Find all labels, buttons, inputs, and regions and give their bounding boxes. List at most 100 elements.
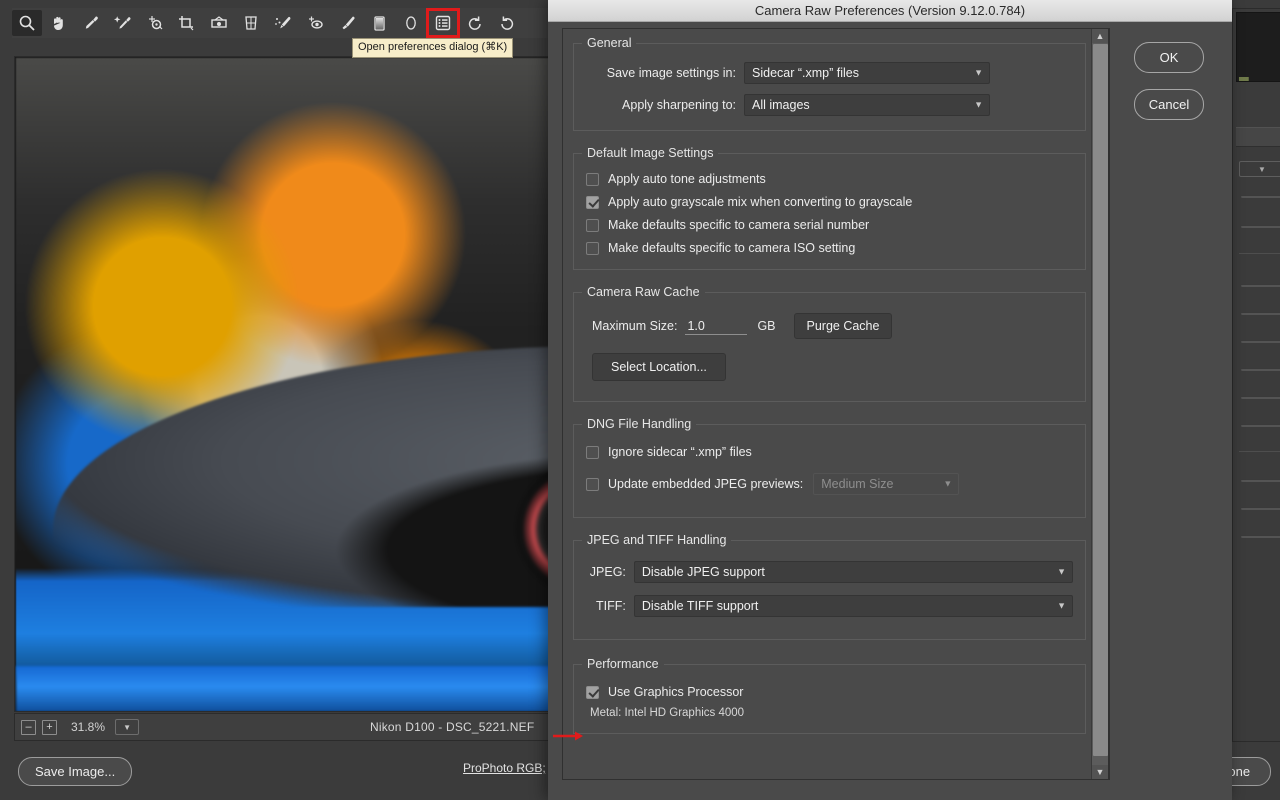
red-eye-removal-tool[interactable]: [300, 10, 330, 36]
zoom-out-button[interactable]: –: [21, 719, 36, 735]
slider-row[interactable]: [1233, 535, 1280, 538]
scrollbar-thumb[interactable]: [1093, 44, 1108, 756]
file-info-label: Nikon D100 - DSC_5221.NEF: [370, 720, 535, 734]
auto-tone-label: Apply auto tone adjustments: [608, 172, 766, 186]
zoom-level-dropdown[interactable]: ▼: [115, 719, 140, 735]
ignore-sidecar-label: Ignore sidecar “.xmp” files: [608, 445, 752, 459]
save-image-button[interactable]: Save Image...: [18, 757, 133, 786]
transform-tool[interactable]: [236, 10, 266, 36]
purge-cache-button[interactable]: Purge Cache: [793, 313, 893, 339]
chevron-down-icon: ▼: [1057, 566, 1066, 577]
checkbox-row-camera-serial[interactable]: Make defaults specific to camera serial …: [586, 218, 1073, 232]
camera-raw-preferences-dialog: Camera Raw Preferences (Version 9.12.0.7…: [548, 0, 1232, 800]
zoom-tool[interactable]: [12, 10, 42, 36]
spot-removal-tool[interactable]: [268, 10, 298, 36]
update-previews-label: Update embedded JPEG previews:: [608, 477, 804, 491]
tiff-label: TIFF:: [596, 599, 626, 613]
group-performance: Performance Use Graphics Processor Metal…: [573, 657, 1086, 734]
group-default-image-settings: Default Image Settings Apply auto tone a…: [573, 146, 1086, 270]
group-general-legend: General: [582, 36, 637, 50]
zoom-in-button[interactable]: +: [42, 719, 57, 735]
crop-tool[interactable]: [172, 10, 202, 36]
select-location-button[interactable]: Select Location...: [592, 353, 726, 381]
rotate-counterclockwise-tool[interactable]: [460, 10, 490, 36]
slider-row[interactable]: [1233, 424, 1280, 427]
slider-row[interactable]: [1233, 368, 1280, 371]
right-panel: ▼: [1232, 8, 1280, 742]
jpeg-select[interactable]: Disable JPEG support ▼: [633, 561, 1073, 583]
preferences-scrollbar[interactable]: ▲ ▼: [1091, 29, 1109, 779]
white-balance-tool[interactable]: [76, 10, 106, 36]
slider-row[interactable]: [1233, 312, 1280, 315]
ignore-sidecar-checkbox[interactable]: [586, 445, 599, 459]
annotation-red-arrow: [553, 731, 583, 741]
ok-button[interactable]: OK: [1134, 42, 1204, 73]
group-camera-raw-cache-legend: Camera Raw Cache: [582, 285, 705, 299]
checkbox-row-update-previews[interactable]: Update embedded JPEG previews: Medium Si…: [586, 473, 1073, 495]
sharpening-select[interactable]: All images ▼: [744, 94, 990, 116]
group-dng-file-handling-legend: DNG File Handling: [582, 417, 697, 431]
gpu-info-label: Metal: Intel HD Graphics 4000: [590, 707, 745, 719]
workflow-options-link[interactable]: ProPhoto RGB;: [463, 761, 546, 775]
camera-iso-checkbox[interactable]: [586, 241, 599, 255]
checkbox-row-camera-iso[interactable]: Make defaults specific to camera ISO set…: [586, 241, 1073, 255]
use-graphics-processor-checkbox[interactable]: [586, 685, 599, 699]
checkbox-row-auto-tone[interactable]: Apply auto tone adjustments: [586, 172, 1073, 186]
slider-row[interactable]: [1233, 225, 1280, 228]
use-graphics-processor-label: Use Graphics Processor: [608, 685, 744, 699]
preferences-tooltip: Open preferences dialog (⌘K): [352, 38, 514, 58]
white-balance-select[interactable]: ▼: [1239, 161, 1280, 177]
panel-divider: [1239, 253, 1280, 254]
max-size-input[interactable]: [685, 317, 748, 335]
scroll-down-arrow-icon[interactable]: ▼: [1092, 765, 1108, 779]
dialog-titlebar[interactable]: Camera Raw Preferences (Version 9.12.0.7…: [548, 0, 1232, 22]
camera-serial-checkbox[interactable]: [586, 218, 599, 232]
color-sampler-tool[interactable]: [108, 10, 138, 36]
auto-tone-checkbox[interactable]: [586, 172, 599, 186]
panel-divider: [1239, 451, 1280, 452]
auto-grayscale-checkbox[interactable]: [586, 195, 599, 209]
save-settings-select[interactable]: Sidecar “.xmp” files ▼: [744, 62, 990, 84]
sharpening-value: All images: [752, 98, 810, 112]
group-performance-legend: Performance: [582, 657, 664, 671]
cancel-button[interactable]: Cancel: [1134, 89, 1204, 120]
adjustment-brush-tool[interactable]: [332, 10, 362, 36]
hand-tool[interactable]: [44, 10, 74, 36]
group-default-image-settings-legend: Default Image Settings: [582, 146, 719, 160]
save-settings-value: Sidecar “.xmp” files: [752, 66, 859, 80]
preview-size-value: Medium Size: [821, 477, 894, 491]
slider-row[interactable]: [1233, 479, 1280, 482]
histogram-curve: [1238, 77, 1249, 81]
slider-row[interactable]: [1233, 284, 1280, 287]
straighten-tool[interactable]: [204, 10, 234, 36]
group-jpeg-tiff-handling-legend: JPEG and TIFF Handling: [582, 533, 732, 547]
chevron-down-icon: ▼: [943, 478, 953, 489]
graduated-filter-tool[interactable]: [364, 10, 394, 36]
zoom-level-value: 31.8%: [71, 720, 106, 734]
tiff-value: Disable TIFF support: [641, 599, 759, 613]
slider-row[interactable]: [1233, 195, 1280, 198]
slider-row[interactable]: [1233, 396, 1280, 399]
max-size-label: Maximum Size:: [592, 319, 678, 333]
preview-size-select[interactable]: Medium Size ▼: [813, 473, 960, 495]
update-previews-checkbox[interactable]: [586, 477, 599, 491]
preferences-tool[interactable]: [426, 8, 460, 38]
scroll-up-arrow-icon[interactable]: ▲: [1092, 29, 1108, 43]
targeted-adjustment-tool[interactable]: [140, 10, 170, 36]
group-camera-raw-cache: Camera Raw Cache Maximum Size: GB Purge …: [573, 285, 1086, 402]
slider-row[interactable]: [1233, 507, 1280, 510]
checkbox-row-ignore-sidecar[interactable]: Ignore sidecar “.xmp” files: [586, 445, 1073, 459]
checkbox-row-auto-grayscale[interactable]: Apply auto grayscale mix when converting…: [586, 195, 1073, 209]
slider-row[interactable]: [1233, 340, 1280, 343]
panel-tab-strip[interactable]: [1236, 127, 1280, 147]
preferences-content: General Save image settings in: Sidecar …: [563, 29, 1096, 779]
checkbox-row-use-gpu[interactable]: Use Graphics Processor: [586, 685, 1073, 699]
rotate-clockwise-tool[interactable]: [492, 10, 522, 36]
group-general: General Save image settings in: Sidecar …: [573, 36, 1086, 131]
camera-serial-label: Make defaults specific to camera serial …: [608, 218, 870, 232]
radial-filter-tool[interactable]: [396, 10, 426, 36]
group-dng-file-handling: DNG File Handling Ignore sidecar “.xmp” …: [573, 417, 1086, 518]
tiff-select[interactable]: Disable TIFF support ▼: [633, 595, 1073, 617]
dialog-title: Camera Raw Preferences (Version 9.12.0.7…: [754, 3, 1026, 18]
histogram: [1236, 12, 1280, 82]
